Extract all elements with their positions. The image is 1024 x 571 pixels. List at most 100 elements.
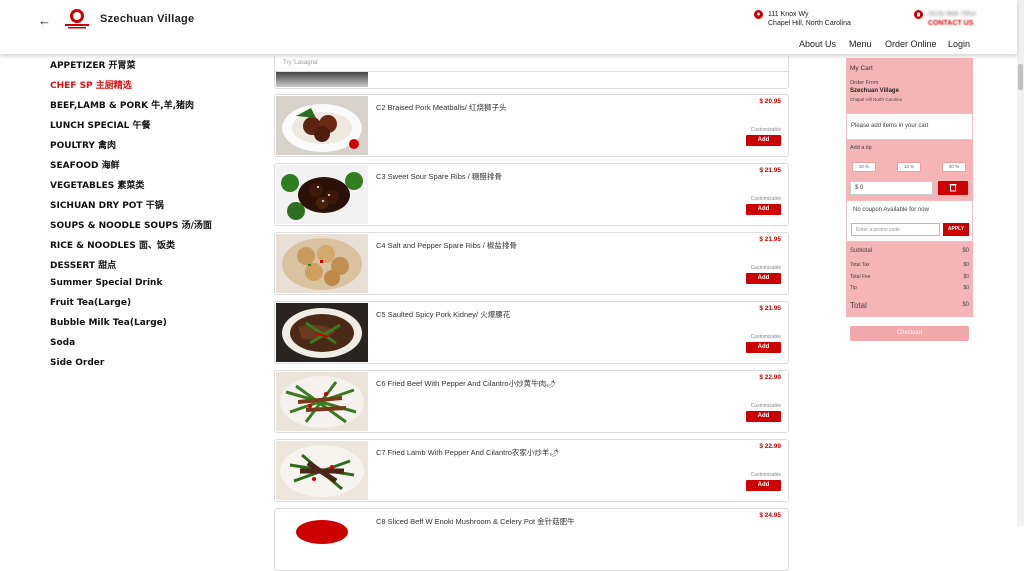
tip-15-button[interactable]: 15 % bbox=[897, 162, 921, 172]
category-sichuan-dry-pot[interactable]: SICHUAN DRY POT 干锅 bbox=[50, 198, 212, 218]
item-name: C5 Saulted Spicy Pork Kidney/ 火爆腰花 bbox=[376, 310, 511, 319]
item-name: C2 Braised Pork Meatballs/ 红烧狮子头 bbox=[376, 103, 507, 112]
item-price: $ 21.95 bbox=[759, 167, 781, 174]
restaurant-logo[interactable] bbox=[62, 8, 92, 30]
category-list: APPETIZER 开胃菜 CHEF SP 主厨精选 BEEF,LAMB & P… bbox=[50, 58, 212, 378]
phone-contact[interactable]: (919) 968-7854 CONTACT US bbox=[928, 10, 976, 28]
menu-item-card[interactable]: C3 Sweet Sour Spare Ribs / 糖醋排骨 $ 21.95 … bbox=[274, 163, 789, 226]
item-price: $ 24.95 bbox=[759, 512, 781, 519]
cart-title: My Cart bbox=[850, 65, 873, 72]
customizable-label: Customizable bbox=[750, 127, 781, 133]
customizable-label: Customizable bbox=[750, 265, 781, 271]
category-rice-noodles[interactable]: RICE & NOODLES 面、饭类 bbox=[50, 238, 212, 258]
add-button[interactable]: Add bbox=[746, 411, 781, 422]
address: 111 Knox Wy Chapel Hill, North Carolina bbox=[768, 10, 851, 28]
nav-order-online[interactable]: Order Online bbox=[885, 39, 937, 49]
phone-number: (919) 968-7854 bbox=[928, 11, 976, 18]
restaurant-name: Szechuan Village bbox=[850, 88, 899, 94]
customizable-label: Customizable bbox=[750, 403, 781, 409]
subtotal-label: Subtotal bbox=[850, 248, 873, 254]
phone-icon bbox=[914, 10, 923, 19]
menu-item-card[interactable]: C5 Saulted Spicy Pork Kidney/ 火爆腰花 $ 21.… bbox=[274, 301, 789, 364]
category-beef-lamb-pork[interactable]: BEEF,LAMB & PORK 牛,羊,猪肉 bbox=[50, 98, 212, 118]
dish-image bbox=[276, 165, 368, 224]
total-label: Total bbox=[850, 301, 867, 310]
no-coupon-message: No coupon Available for now bbox=[853, 207, 929, 213]
apply-promo-button[interactable]: APPLY bbox=[943, 223, 969, 236]
category-vegetables[interactable]: VEGETABLES 素菜类 bbox=[50, 178, 212, 198]
category-dessert[interactable]: DESSERT 甜点 bbox=[50, 258, 212, 278]
category-appetizer[interactable]: APPETIZER 开胃菜 bbox=[50, 58, 212, 78]
tip-20-button[interactable]: 20 % bbox=[942, 162, 966, 172]
category-chef-special[interactable]: CHEF SP 主厨精选 bbox=[50, 78, 212, 98]
nav-about-us[interactable]: About Us bbox=[799, 39, 836, 49]
search-input[interactable]: Try 'Lasagna' bbox=[274, 56, 789, 72]
address-line-1: 111 Knox Wy bbox=[768, 11, 809, 18]
tip-total-value: $0 bbox=[963, 285, 969, 291]
item-price: $ 22.99 bbox=[759, 374, 781, 381]
subtotal-value: $0 bbox=[962, 248, 969, 254]
fee-value: $0 bbox=[963, 274, 969, 280]
promo-code-input[interactable]: Enter a promo code bbox=[851, 223, 940, 236]
cart-header: My Cart Order From Szechuan Village Chap… bbox=[846, 58, 973, 113]
previous-item-image bbox=[276, 72, 368, 87]
menu-item-card[interactable]: C2 Braised Pork Meatballs/ 红烧狮子头 $ 20.95… bbox=[274, 94, 789, 157]
item-name: C7 Fried Lamb With Pepper And Cilantro农家… bbox=[376, 448, 559, 457]
dish-image bbox=[276, 234, 368, 293]
item-name: C4 Salt and Pepper Spare Ribs / 椒盐排骨 bbox=[376, 241, 517, 250]
item-price: $ 21.95 bbox=[759, 236, 781, 243]
checkout-button[interactable]: Checkout bbox=[850, 326, 969, 341]
category-soda[interactable]: Soda bbox=[50, 338, 212, 358]
tip-amount-input[interactable]: $ 0 bbox=[850, 181, 933, 195]
dish-image bbox=[276, 96, 368, 155]
category-fruit-tea[interactable]: Fruit Tea(Large) bbox=[50, 298, 212, 318]
category-bubble-milk-tea[interactable]: Bubble Milk Tea(Large) bbox=[50, 318, 212, 338]
item-name: C3 Sweet Sour Spare Ribs / 糖醋排骨 bbox=[376, 172, 502, 181]
category-lunch-special[interactable]: LUNCH SPECIAL 午餐 bbox=[50, 118, 212, 138]
dish-image bbox=[276, 441, 368, 500]
category-seafood[interactable]: SEAFOOD 海鲜 bbox=[50, 158, 212, 178]
dish-image bbox=[276, 303, 368, 362]
menu-item-card[interactable]: C7 Fried Lamb With Pepper And Cilantro农家… bbox=[274, 439, 789, 502]
scrollbar-thumb[interactable] bbox=[1018, 64, 1023, 90]
nav-login[interactable]: Login bbox=[948, 39, 970, 49]
dish-image bbox=[276, 372, 368, 431]
cart-empty-message: Please add items in your cart bbox=[846, 113, 973, 140]
previous-item-card[interactable] bbox=[274, 72, 789, 89]
address-line-2: Chapel Hill, North Carolina bbox=[768, 20, 851, 27]
customizable-label: Customizable bbox=[750, 472, 781, 478]
customizable-label: Customizable bbox=[750, 196, 781, 202]
add-button[interactable]: Add bbox=[746, 135, 781, 146]
category-side-order[interactable]: Side Order bbox=[50, 358, 212, 378]
tax-row: Total Tax $0 bbox=[850, 262, 969, 268]
item-price: $ 20.95 bbox=[759, 98, 781, 105]
back-arrow-icon[interactable]: ← bbox=[38, 13, 51, 28]
tip-section: Add a tip 10 % 15 % 20 % $ 0 bbox=[846, 140, 973, 200]
nav-menu[interactable]: Menu bbox=[849, 39, 872, 49]
item-price: $ 21.95 bbox=[759, 305, 781, 312]
menu-item-card[interactable]: C4 Salt and Pepper Spare Ribs / 椒盐排骨 $ 2… bbox=[274, 232, 789, 295]
item-name: C6 Fried Beef With Pepper And Cilantro小炒… bbox=[376, 379, 556, 388]
coupon-section: No coupon Available for now Enter a prom… bbox=[846, 200, 973, 242]
total-value: $0 bbox=[962, 302, 969, 308]
total-row: Total $0 bbox=[850, 301, 969, 310]
brand-name[interactable]: Szechuan Village bbox=[100, 13, 194, 25]
tip-10-button[interactable]: 10 % bbox=[852, 162, 876, 172]
clear-tip-button[interactable] bbox=[938, 181, 968, 195]
location-pin-icon bbox=[754, 10, 763, 19]
menu-item-card[interactable]: C6 Fried Beef With Pepper And Cilantro小炒… bbox=[274, 370, 789, 433]
category-poultry[interactable]: POULTRY 禽肉 bbox=[50, 138, 212, 158]
tip-total-label: Tip bbox=[850, 285, 857, 291]
category-summer-special-drink[interactable]: Summer Special Drink bbox=[50, 278, 212, 298]
add-button[interactable]: Add bbox=[746, 480, 781, 491]
order-from-label: Order From bbox=[850, 80, 879, 86]
trash-icon bbox=[949, 184, 957, 192]
tip-row: Tip $0 bbox=[850, 285, 969, 291]
add-button[interactable]: Add bbox=[746, 273, 781, 284]
add-button[interactable]: Add bbox=[746, 342, 781, 353]
item-price: $ 22.99 bbox=[759, 443, 781, 450]
menu-item-card[interactable]: C8 Sliced Beff W Enoki Mushroom & Celery… bbox=[274, 508, 789, 571]
category-soups-noodle-soups[interactable]: SOUPS & NOODLE SOUPS 汤/汤面 bbox=[50, 218, 212, 238]
contact-us-link[interactable]: CONTACT US bbox=[928, 19, 976, 28]
add-button[interactable]: Add bbox=[746, 204, 781, 215]
